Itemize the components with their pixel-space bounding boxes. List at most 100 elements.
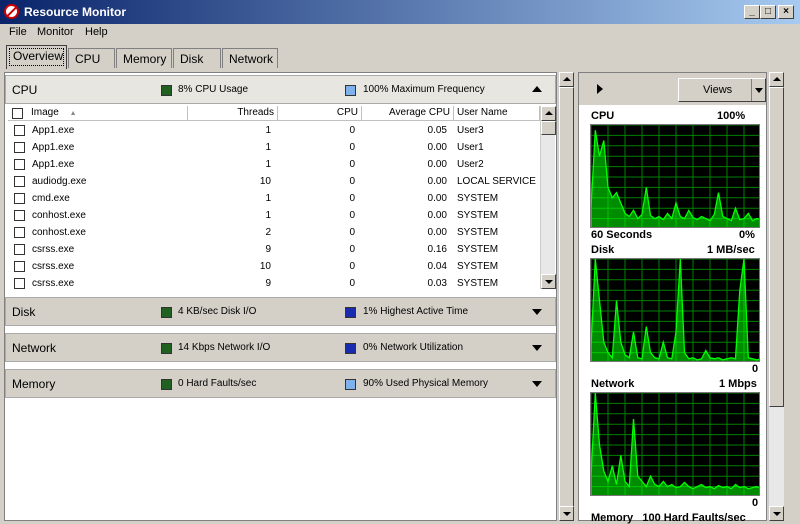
row-checkbox[interactable] <box>14 278 25 289</box>
table-row[interactable]: App1.exe 1 0 0.00 User1 <box>8 139 540 156</box>
cpu-usage-stat: 8% CPU Usage <box>178 84 249 95</box>
cell-cpu: 0 <box>349 176 355 187</box>
cell-average-cpu: 0.00 <box>427 142 447 153</box>
cpu-section-title: CPU <box>12 83 38 97</box>
cell-average-cpu: 0.00 <box>427 210 447 221</box>
cell-threads: 1 <box>265 125 271 136</box>
row-checkbox[interactable] <box>14 176 25 187</box>
cpu-graph-max: 100% <box>717 110 746 122</box>
tab-overview[interactable]: Overview <box>6 45 67 69</box>
network-graph-label: Network <box>591 378 635 390</box>
table-row[interactable]: csrss.exe 10 0 0.04 SYSTEM <box>8 258 540 275</box>
column-header-cpu[interactable]: CPU <box>278 106 362 121</box>
active-time-swatch-icon <box>345 307 356 318</box>
cell-threads: 1 <box>265 210 271 221</box>
overview-scrollbar[interactable] <box>558 72 574 521</box>
scroll-thumb[interactable] <box>769 87 784 407</box>
network-utilization-swatch-icon <box>345 343 356 354</box>
scroll-down-button[interactable] <box>559 506 574 521</box>
memory-section-header[interactable]: Memory 0 Hard Faults/sec 90% Used Physic… <box>5 369 556 398</box>
expand-arrow-icon[interactable] <box>532 345 542 351</box>
row-checkbox[interactable] <box>14 193 25 204</box>
cpu-section-header[interactable]: CPU 8% CPU Usage 100% Maximum Frequency <box>5 75 556 104</box>
column-header-user-name[interactable]: User Name <box>454 106 540 121</box>
close-button[interactable]: × <box>778 5 794 19</box>
scroll-up-button[interactable] <box>769 72 784 87</box>
row-checkbox[interactable] <box>14 227 25 238</box>
table-row[interactable]: csrss.exe 9 0 0.16 SYSTEM <box>8 241 540 258</box>
row-checkbox[interactable] <box>14 210 25 221</box>
network-graph-min: 0 <box>752 497 759 509</box>
disk-graph-min: 0 <box>752 363 759 375</box>
network-section-header[interactable]: Network 14 Kbps Network I/O 0% Network U… <box>5 333 556 362</box>
graph-pane-scrollbar[interactable] <box>768 72 784 521</box>
cell-user-name: SYSTEM <box>457 210 499 221</box>
tab-network[interactable]: Network <box>222 48 278 68</box>
memory-graph-label: Memory 100 Hard Faults/sec <box>591 512 746 524</box>
table-row[interactable]: audiodg.exe 10 0 0.00 LOCAL SERVICE <box>8 173 540 190</box>
views-dropdown[interactable]: Views <box>678 78 766 102</box>
cell-cpu: 0 <box>349 159 355 170</box>
row-checkbox[interactable] <box>14 159 25 170</box>
row-checkbox[interactable] <box>14 142 25 153</box>
table-row[interactable]: App1.exe 1 0 0.05 User3 <box>8 122 540 139</box>
table-scrollbar[interactable] <box>540 106 556 289</box>
column-header-average-cpu[interactable]: Average CPU <box>362 106 454 121</box>
cell-image: App1.exe <box>32 159 75 170</box>
column-header-image[interactable]: Image ▲ <box>8 106 188 121</box>
cell-user-name: SYSTEM <box>457 193 499 204</box>
graph-pane: Views CPU 100% 60 Seconds 0% Disk 1 MB/s… <box>578 72 767 524</box>
menu-file[interactable]: File <box>9 26 27 38</box>
scroll-up-button[interactable] <box>559 72 574 87</box>
tab-cpu[interactable]: CPU <box>68 48 115 68</box>
tab-disk[interactable]: Disk <box>173 48 221 68</box>
expand-panel-arrow-icon[interactable] <box>597 84 603 94</box>
menu-help[interactable]: Help <box>85 26 108 38</box>
cell-user-name: SYSTEM <box>457 278 499 289</box>
menu-monitor[interactable]: Monitor <box>37 26 74 38</box>
table-row[interactable]: conhost.exe 1 0 0.00 SYSTEM <box>8 207 540 224</box>
chevron-down-icon <box>755 88 763 93</box>
table-row[interactable]: App1.exe 1 0 0.00 User2 <box>8 156 540 173</box>
cpu-graph-label: CPU <box>591 110 615 122</box>
row-checkbox[interactable] <box>14 244 25 255</box>
disk-graph-plot <box>591 259 759 361</box>
row-checkbox[interactable] <box>14 261 25 272</box>
table-row[interactable]: cmd.exe 1 0 0.00 SYSTEM <box>8 190 540 207</box>
cell-cpu: 0 <box>349 278 355 289</box>
disk-io-swatch-icon <box>161 307 172 318</box>
cell-threads: 9 <box>265 278 271 289</box>
title-bar: Resource Monitor _ □ × <box>0 0 800 24</box>
minimize-button[interactable]: _ <box>744 5 760 19</box>
table-row[interactable]: csrss.exe 9 0 0.03 SYSTEM <box>8 275 540 292</box>
cell-average-cpu: 0.04 <box>427 261 447 272</box>
table-body: App1.exe 1 0 0.05 User3 App1.exe 1 0 0.00 User1 Ap… <box>8 122 540 289</box>
menu-bar: File Monitor Help <box>0 24 800 42</box>
scroll-up-button[interactable] <box>541 106 556 121</box>
resource-monitor-icon <box>4 4 19 19</box>
scroll-down-button[interactable] <box>769 506 784 521</box>
expand-arrow-icon[interactable] <box>532 309 542 315</box>
disk-graph <box>590 258 760 362</box>
row-checkbox[interactable] <box>14 125 25 136</box>
cpu-usage-swatch-icon <box>161 85 172 96</box>
cell-average-cpu: 0.16 <box>427 244 447 255</box>
disk-graph-max: 1 MB/sec <box>707 244 755 256</box>
scroll-thumb[interactable] <box>559 87 574 507</box>
expand-arrow-icon[interactable] <box>532 381 542 387</box>
scroll-down-button[interactable] <box>541 274 556 289</box>
scroll-thumb[interactable] <box>541 121 556 135</box>
overview-pane: CPU 8% CPU Usage 100% Maximum Frequency … <box>4 72 557 521</box>
network-graph-plot <box>591 393 759 495</box>
column-header-threads[interactable]: Threads <box>188 106 278 121</box>
collapse-arrow-icon[interactable] <box>532 86 542 92</box>
table-row[interactable]: conhost.exe 2 0 0.00 SYSTEM <box>8 224 540 241</box>
maximize-button[interactable]: □ <box>760 5 776 19</box>
cpu-graph-window: 60 Seconds <box>591 229 653 241</box>
disk-section-header[interactable]: Disk 4 KB/sec Disk I/O 1% Highest Active… <box>5 297 556 326</box>
active-time-stat: 1% Highest Active Time <box>363 306 469 317</box>
disk-section-title: Disk <box>12 305 36 319</box>
tab-memory[interactable]: Memory <box>116 48 172 68</box>
max-frequency-swatch-icon <box>345 85 356 96</box>
select-all-checkbox[interactable] <box>12 108 23 119</box>
